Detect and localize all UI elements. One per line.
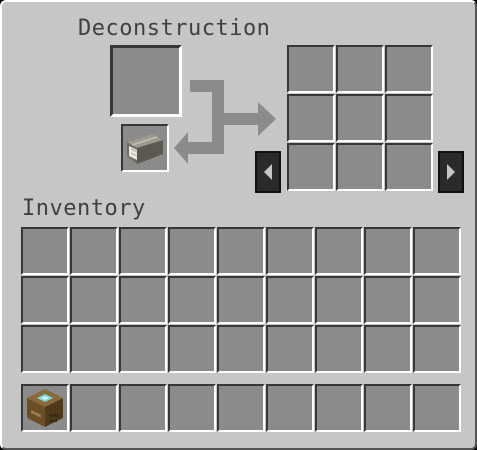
machine-block-icon bbox=[27, 389, 63, 427]
output-slot[interactable] bbox=[385, 45, 433, 93]
inventory-slot[interactable] bbox=[21, 325, 69, 373]
hotbar-slot[interactable] bbox=[413, 384, 461, 432]
output-slot[interactable] bbox=[287, 94, 335, 142]
output-slot[interactable] bbox=[385, 94, 433, 142]
inventory-label: Inventory bbox=[22, 196, 146, 221]
inventory-slot[interactable] bbox=[21, 276, 69, 324]
inventory-slot[interactable] bbox=[70, 325, 118, 373]
inventory-slot[interactable] bbox=[413, 227, 461, 275]
inventory-slot[interactable] bbox=[70, 227, 118, 275]
inventory-slot[interactable] bbox=[217, 325, 265, 373]
inventory-slot[interactable] bbox=[413, 325, 461, 373]
hotbar-slot[interactable] bbox=[70, 384, 118, 432]
inventory-slot[interactable] bbox=[168, 227, 216, 275]
hotbar-slot[interactable] bbox=[168, 384, 216, 432]
inventory-slot[interactable] bbox=[315, 325, 363, 373]
inventory-slot[interactable] bbox=[315, 276, 363, 324]
deconstruction-window: Deconstruction Inventory bbox=[0, 0, 477, 450]
output-slot[interactable] bbox=[336, 45, 384, 93]
inventory-slot[interactable] bbox=[266, 276, 314, 324]
inventory-slot[interactable] bbox=[70, 276, 118, 324]
inventory-slot[interactable] bbox=[266, 325, 314, 373]
output-slot[interactable] bbox=[385, 143, 433, 191]
inventory-slot[interactable] bbox=[119, 325, 167, 373]
hotbar-slot[interactable] bbox=[364, 384, 412, 432]
prev-page-button[interactable] bbox=[255, 151, 281, 193]
inventory-slot[interactable] bbox=[217, 227, 265, 275]
book-slot[interactable] bbox=[121, 124, 169, 172]
inventory-slot[interactable] bbox=[364, 276, 412, 324]
inventory-slot[interactable] bbox=[119, 227, 167, 275]
left-arrow-icon bbox=[264, 164, 272, 180]
inventory-slot[interactable] bbox=[168, 276, 216, 324]
output-slot[interactable] bbox=[287, 45, 335, 93]
hotbar-slot[interactable] bbox=[266, 384, 314, 432]
inventory-slot[interactable] bbox=[315, 227, 363, 275]
hotbar-slot[interactable] bbox=[119, 384, 167, 432]
next-page-button[interactable] bbox=[438, 151, 464, 193]
window-title: Deconstruction bbox=[78, 16, 271, 41]
inventory-slot[interactable] bbox=[413, 276, 461, 324]
inventory-slot[interactable] bbox=[119, 276, 167, 324]
output-slot[interactable] bbox=[287, 143, 335, 191]
right-arrow-icon bbox=[447, 164, 455, 180]
inventory-slot[interactable] bbox=[168, 325, 216, 373]
book-icon bbox=[127, 134, 163, 164]
inventory-slot[interactable] bbox=[217, 276, 265, 324]
output-slot[interactable] bbox=[336, 143, 384, 191]
output-slot[interactable] bbox=[336, 94, 384, 142]
inventory-slot[interactable] bbox=[21, 227, 69, 275]
hotbar-slot[interactable] bbox=[217, 384, 265, 432]
inventory-slot[interactable] bbox=[266, 227, 314, 275]
inventory-slot[interactable] bbox=[364, 227, 412, 275]
inventory-slot[interactable] bbox=[364, 325, 412, 373]
hotbar-slot[interactable] bbox=[315, 384, 363, 432]
hotbar-slot[interactable] bbox=[21, 384, 69, 432]
